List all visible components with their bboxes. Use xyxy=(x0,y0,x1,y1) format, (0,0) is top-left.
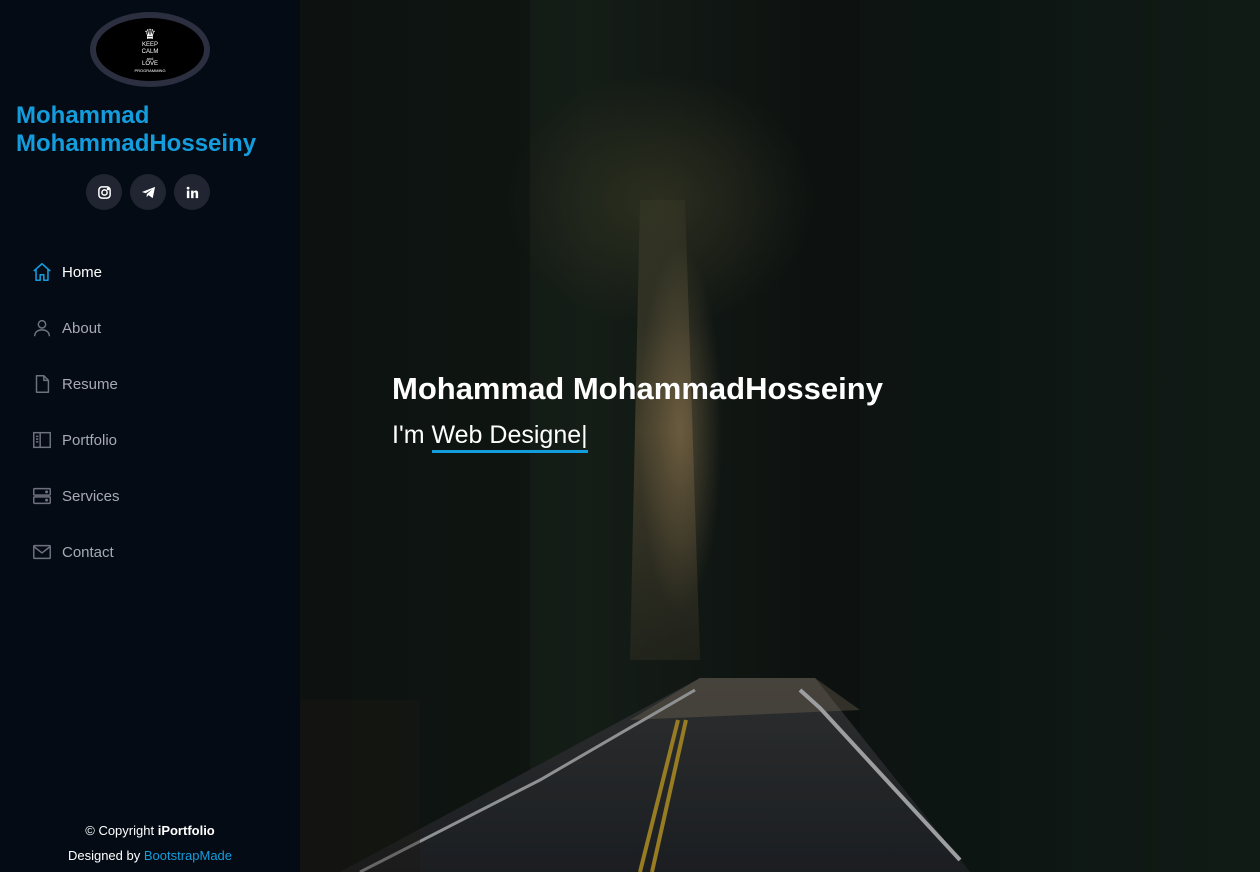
typed-cursor: | xyxy=(581,421,588,449)
nav-item-label: Contact xyxy=(62,543,114,561)
copyright-prefix: © Copyright xyxy=(85,823,155,838)
nav-item-label: Resume xyxy=(62,375,118,393)
sidebar: ♛ KEEP CALM and LOVE PROGRAMMING Mohamma… xyxy=(0,0,300,872)
credits-link[interactable]: BootstrapMade xyxy=(144,848,232,863)
avatar-image: ♛ KEEP CALM and LOVE PROGRAMMING xyxy=(96,18,204,81)
credits: Designed by BootstrapMade xyxy=(0,843,300,868)
nav-item-about[interactable]: About xyxy=(30,300,280,356)
hero-subtitle: I'm Web Designe| xyxy=(392,418,588,453)
house-icon xyxy=(30,260,54,284)
telegram-link[interactable] xyxy=(130,174,166,210)
copyright: © Copyright iPortfolio xyxy=(0,818,300,843)
nav-item-services[interactable]: Services xyxy=(30,468,280,524)
instagram-link[interactable] xyxy=(86,174,122,210)
hero-section: Mohammad MohammadHosseiny I'm Web Design… xyxy=(300,0,1260,872)
nav-item-portfolio[interactable]: Portfolio xyxy=(30,412,280,468)
person-icon xyxy=(30,316,54,340)
footer: © Copyright iPortfolio Designed by Boots… xyxy=(0,818,300,868)
linkedin-icon xyxy=(186,186,198,198)
file-icon xyxy=(30,372,54,396)
nav-item-contact[interactable]: Contact xyxy=(30,524,280,580)
typed-text: Web Designe| xyxy=(431,421,588,453)
nav-item-home[interactable]: Home xyxy=(30,244,280,300)
avatar-text-line: PROGRAMMING xyxy=(134,67,166,73)
social-links xyxy=(86,174,210,210)
nav-item-label: Services xyxy=(62,487,120,505)
telegram-icon xyxy=(141,186,155,198)
nav-menu: Home About Resume Portfolio Services Con… xyxy=(30,244,280,580)
server-icon xyxy=(30,484,54,508)
instagram-icon xyxy=(97,185,111,199)
profile-name[interactable]: Mohammad MohammadHosseiny xyxy=(16,102,286,158)
typed-text-value: Web Designe xyxy=(431,421,582,449)
avatar-text-line: LOVE xyxy=(141,60,158,67)
linkedin-link[interactable] xyxy=(174,174,210,210)
envelope-icon xyxy=(30,540,54,564)
nav-item-label: Home xyxy=(62,263,103,281)
hero-prefix: I'm xyxy=(392,421,425,449)
copyright-brand: iPortfolio xyxy=(157,823,215,838)
nav-item-label: Portfolio xyxy=(62,431,118,449)
credits-prefix: Designed by xyxy=(67,848,141,863)
hero-title: Mohammad MohammadHosseiny xyxy=(392,371,883,406)
book-half-icon xyxy=(30,428,54,452)
nav-item-label: About xyxy=(62,319,102,337)
avatar: ♛ KEEP CALM and LOVE PROGRAMMING xyxy=(90,12,210,87)
avatar-text-line: CALM xyxy=(141,48,159,55)
crown-icon: ♛ xyxy=(143,25,157,42)
nav-item-resume[interactable]: Resume xyxy=(30,356,280,412)
avatar-text-line: KEEP xyxy=(141,41,158,48)
